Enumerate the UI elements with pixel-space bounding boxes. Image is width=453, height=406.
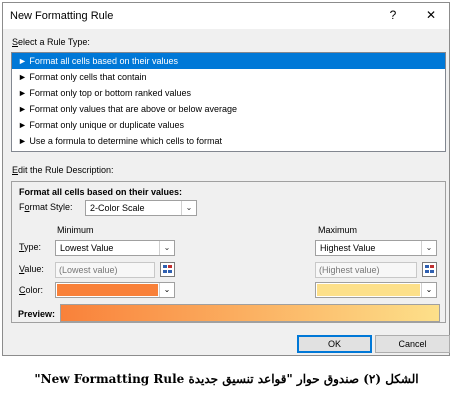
rule-type-item[interactable]: ► Format only cells that contain [12,69,445,85]
minimum-color-swatch [57,284,158,296]
rule-type-item[interactable]: ► Format all cells based on their values [12,53,445,69]
range-picker-icon[interactable] [422,262,437,277]
figure-caption: الشكل (٢) صندوق حوار "قواعد تنسيق جديدة … [34,372,419,386]
chevron-down-icon: ⌄ [181,201,196,215]
maximum-type-value: Highest Value [320,243,376,253]
rule-type-item[interactable]: ► Format only values that are above or b… [12,101,445,117]
rule-type-list[interactable]: ► Format all cells based on their values… [11,52,446,152]
close-icon[interactable]: ✕ [421,7,441,23]
chevron-down-icon: ⌄ [421,283,436,297]
rule-type-item[interactable]: ► Format only top or bottom ranked value… [12,85,445,101]
color-label: Color: [19,285,44,295]
preview-gradient-bar [60,304,440,322]
type-label: Type: [19,242,42,252]
chevron-down-icon: ⌄ [159,241,174,255]
value-label: Value: [19,264,44,274]
edit-rule-description-label: Edit the Rule Description: [12,165,114,175]
minimum-value-input[interactable]: (Lowest value) [55,262,155,278]
maximum-color-swatch [317,284,420,296]
description-heading: Format all cells based on their values: [19,187,183,197]
format-style-value: 2-Color Scale [90,203,145,213]
minimum-color-dropdown[interactable]: ⌄ [55,282,175,298]
ok-button[interactable]: OK [297,335,372,353]
dialog-title: New Formatting Rule [10,10,114,22]
rule-type-item[interactable]: ► Use a formula to determine which cells… [12,133,445,149]
cancel-button[interactable]: Cancel [375,335,450,353]
maximum-type-dropdown[interactable]: Highest Value ⌄ [315,240,437,256]
format-style-dropdown[interactable]: 2-Color Scale ⌄ [85,200,197,216]
select-rule-type-label: Select a Rule Type: [12,37,90,47]
minimum-header: Minimum [57,225,94,235]
minimum-type-dropdown[interactable]: Lowest Value ⌄ [55,240,175,256]
chevron-down-icon: ⌄ [421,241,436,255]
maximum-header: Maximum [318,225,358,235]
chevron-down-icon: ⌄ [159,283,174,297]
range-picker-icon[interactable] [160,262,175,277]
rule-type-item[interactable]: ► Format only unique or duplicate values [12,117,445,133]
maximum-color-dropdown[interactable]: ⌄ [315,282,437,298]
rule-description-panel: Format all cells based on their values: … [11,181,446,323]
minimum-type-value: Lowest Value [60,243,114,253]
help-icon[interactable]: ? [383,7,403,23]
preview-label: Preview: [18,309,56,319]
title-bar: New Formatting Rule ? ✕ [3,3,449,29]
new-formatting-rule-dialog: New Formatting Rule ? ✕ Select a Rule Ty… [2,2,450,356]
maximum-value-input[interactable]: (Highest value) [315,262,417,278]
format-style-label: Format Style: [19,202,73,212]
